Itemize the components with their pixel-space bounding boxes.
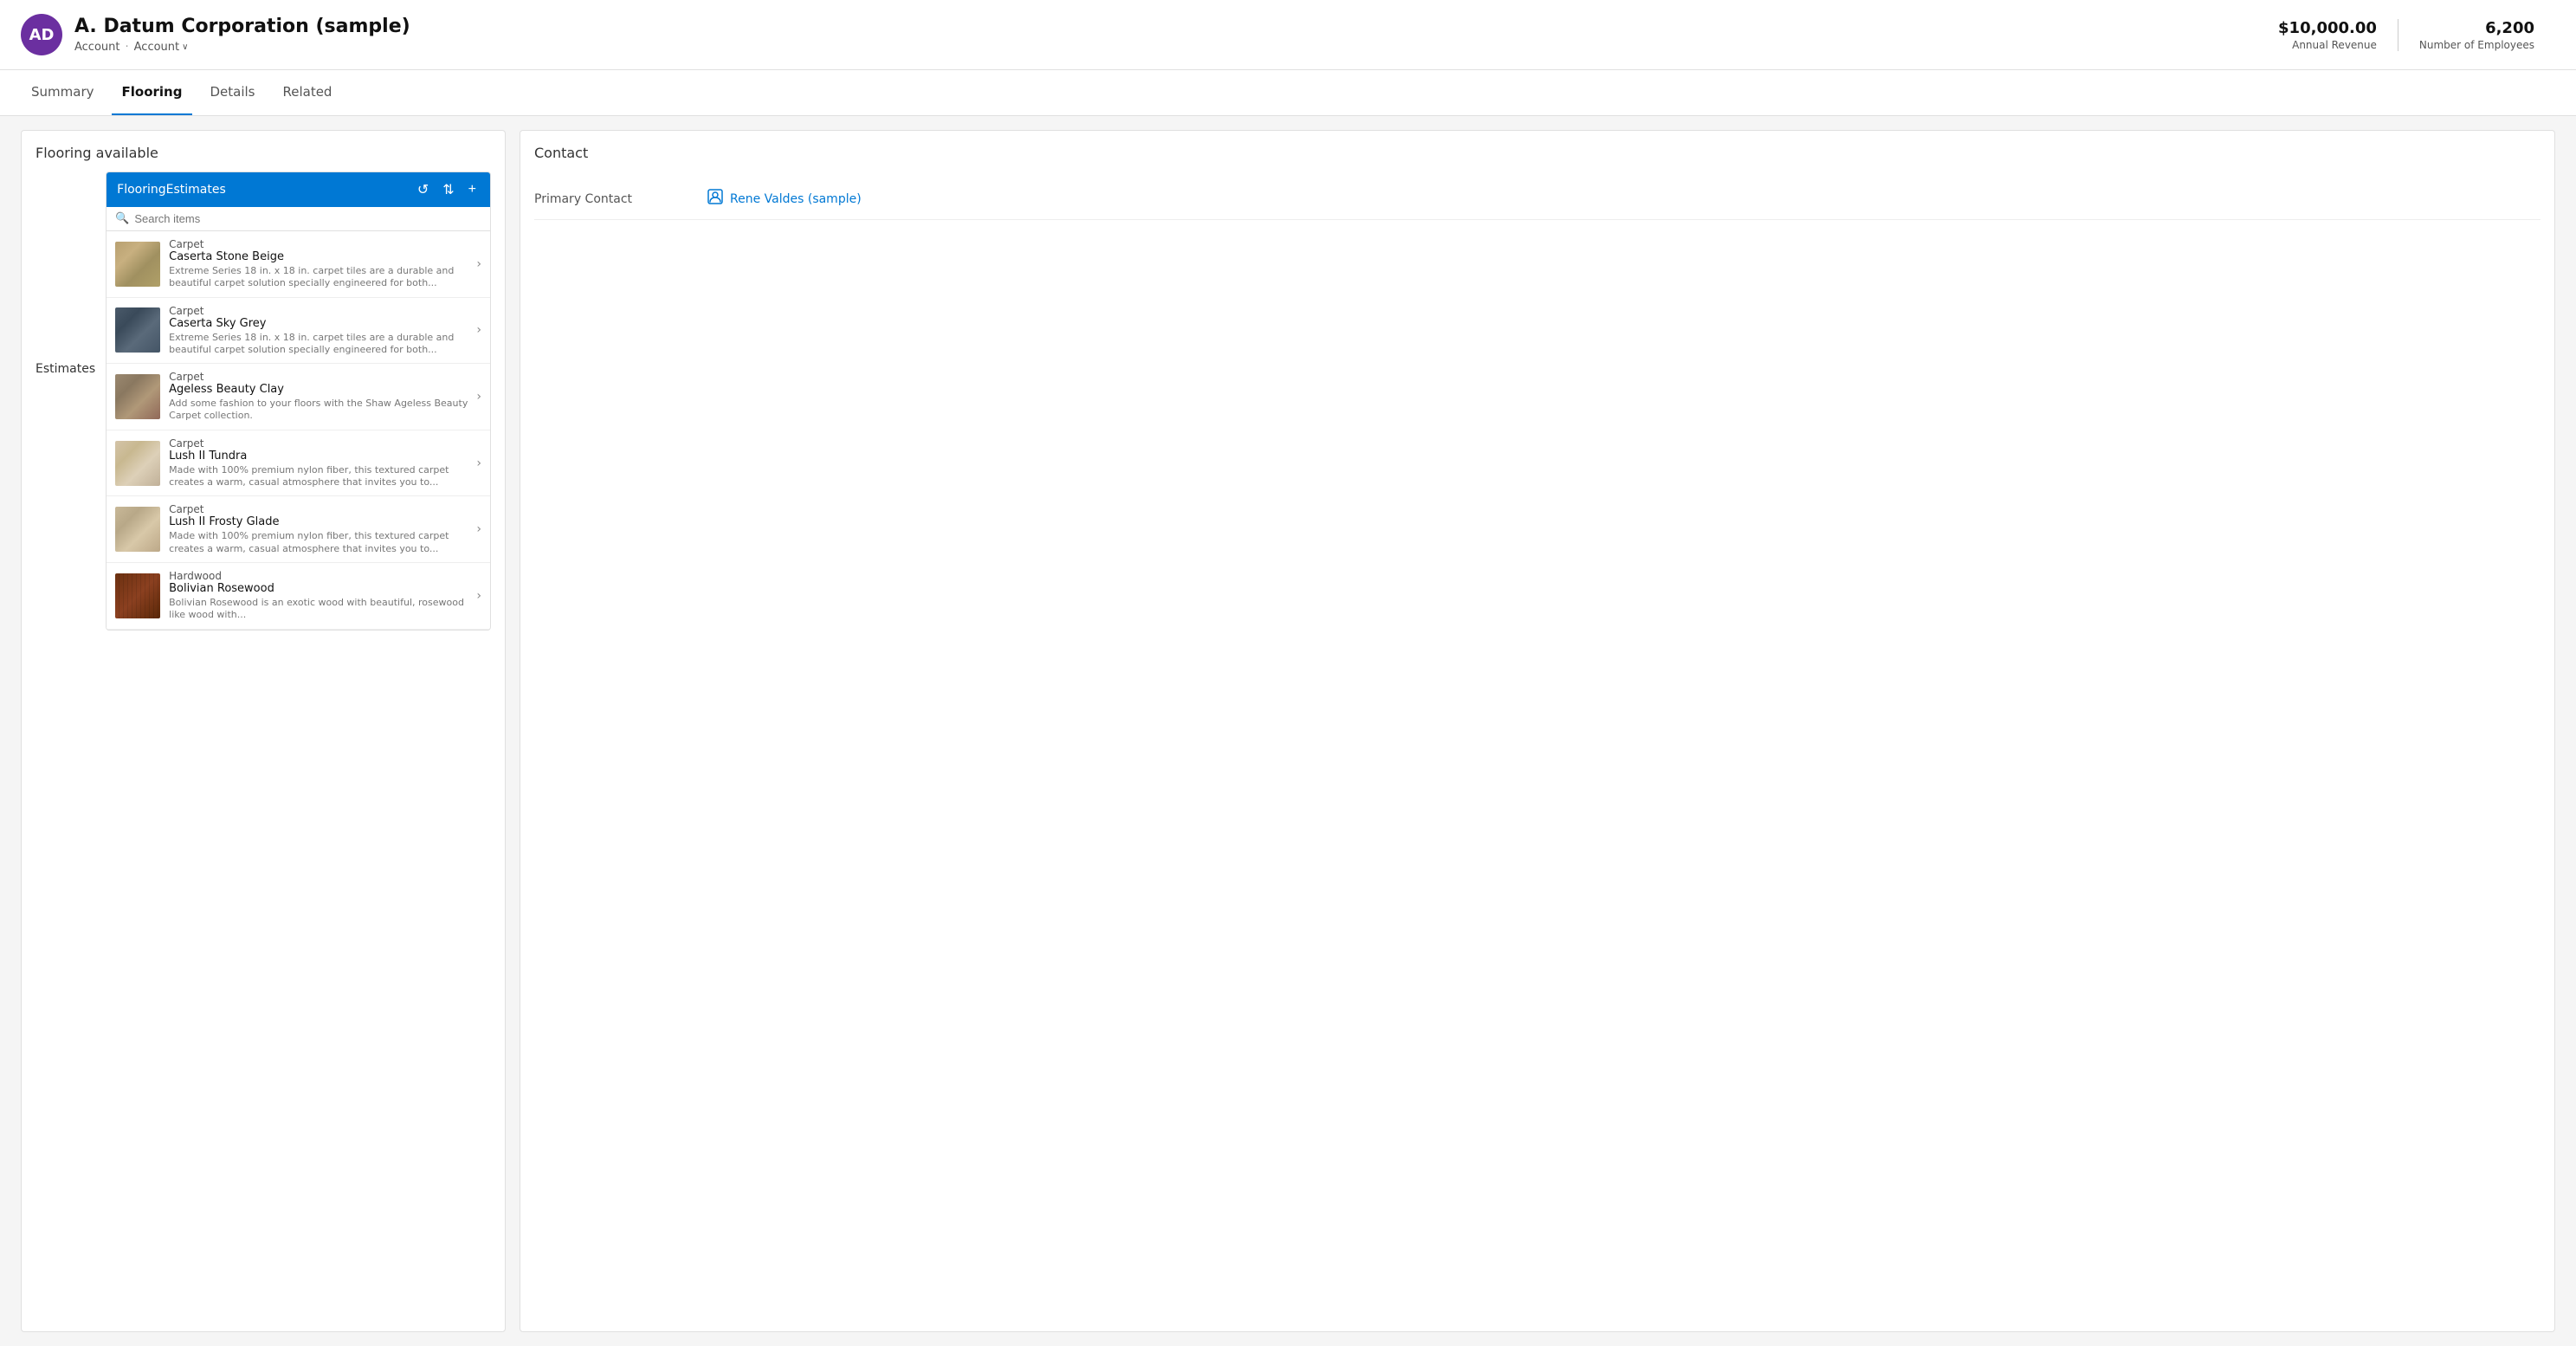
- add-button[interactable]: +: [465, 180, 480, 199]
- annual-revenue-value: $10,000.00: [2278, 19, 2377, 37]
- product-thumbnail: [115, 374, 160, 419]
- page-header: AD A. Datum Corporation (sample) Account…: [0, 0, 2576, 70]
- chevron-right-icon: ›: [476, 456, 481, 470]
- contact-icon: [707, 189, 723, 209]
- product-type: Carpet: [169, 503, 468, 515]
- product-info: Hardwood Bolivian Rosewood Bolivian Rose…: [169, 570, 468, 622]
- estimates-text: Estimates: [36, 362, 95, 376]
- chevron-right-icon: ›: [476, 522, 481, 536]
- tab-related[interactable]: Related: [272, 70, 342, 115]
- product-info: Carpet Caserta Stone Beige Extreme Serie…: [169, 238, 468, 290]
- search-input[interactable]: [134, 212, 481, 225]
- employees-value: 6,200: [2419, 19, 2534, 37]
- product-info: Carpet Lush II Tundra Made with 100% pre…: [169, 437, 468, 489]
- primary-contact-label: Primary Contact: [534, 192, 707, 206]
- tab-summary[interactable]: Summary: [21, 70, 105, 115]
- tab-details[interactable]: Details: [199, 70, 265, 115]
- sort-button[interactable]: ⇅: [439, 179, 457, 200]
- product-thumbnail: [115, 507, 160, 552]
- list-item[interactable]: Carpet Caserta Sky Grey Extreme Series 1…: [107, 298, 490, 365]
- product-name: Caserta Stone Beige: [169, 250, 468, 263]
- product-thumbnail: [115, 307, 160, 353]
- product-info: Carpet Ageless Beauty Clay Add some fash…: [169, 371, 468, 423]
- breadcrumb-account2-label: Account: [134, 41, 180, 54]
- flooring-section: Estimates FlooringEstimates ↺ ⇅ + 🔍: [36, 171, 491, 631]
- breadcrumb-dot: ·: [126, 41, 129, 54]
- header-title-area: A. Datum Corporation (sample) Account · …: [74, 16, 2257, 53]
- product-name: Lush II Tundra: [169, 450, 468, 463]
- product-desc: Bolivian Rosewood is an exotic wood with…: [169, 597, 468, 622]
- chevron-right-icon: ›: [476, 323, 481, 337]
- employees-label: Number of Employees: [2419, 39, 2534, 51]
- chevron-down-icon: ∨: [182, 42, 188, 52]
- tab-flooring[interactable]: Flooring: [112, 70, 193, 115]
- product-type: Carpet: [169, 238, 468, 250]
- product-thumbnail: [115, 573, 160, 618]
- product-type: Hardwood: [169, 570, 468, 582]
- product-desc: Add some fashion to your floors with the…: [169, 398, 468, 423]
- product-name: Ageless Beauty Clay: [169, 383, 468, 396]
- list-item[interactable]: Hardwood Bolivian Rosewood Bolivian Rose…: [107, 563, 490, 630]
- product-type: Carpet: [169, 437, 468, 450]
- breadcrumb-account2-dropdown[interactable]: Account ∨: [134, 41, 189, 54]
- product-type: Carpet: [169, 305, 468, 317]
- primary-contact-link[interactable]: Rene Valdes (sample): [707, 189, 862, 209]
- refresh-button[interactable]: ↺: [414, 179, 432, 200]
- main-content: Flooring available Estimates FlooringEst…: [0, 116, 2576, 1346]
- flooring-available-title: Flooring available: [36, 145, 491, 161]
- company-name: A. Datum Corporation (sample): [74, 16, 2257, 38]
- chevron-right-icon: ›: [476, 390, 481, 404]
- right-panel: Contact Primary Contact Rene Valdes (sam…: [520, 130, 2555, 1332]
- product-name: Caserta Sky Grey: [169, 317, 468, 330]
- employees-metric: 6,200 Number of Employees: [2398, 19, 2555, 51]
- product-list: Carpet Caserta Stone Beige Extreme Serie…: [107, 231, 490, 630]
- annual-revenue-metric: $10,000.00 Annual Revenue: [2257, 19, 2398, 51]
- breadcrumb-account1: Account: [74, 41, 120, 54]
- widget-title: FlooringEstimates: [117, 183, 407, 197]
- product-thumbnail: [115, 242, 160, 287]
- contact-title: Contact: [534, 145, 2540, 161]
- product-desc: Made with 100% premium nylon fiber, this…: [169, 464, 468, 489]
- list-item[interactable]: Carpet Lush II Frosty Glade Made with 10…: [107, 496, 490, 563]
- list-item[interactable]: Carpet Lush II Tundra Made with 100% pre…: [107, 430, 490, 497]
- header-metrics: $10,000.00 Annual Revenue 6,200 Number o…: [2257, 19, 2555, 51]
- product-name: Lush II Frosty Glade: [169, 515, 468, 528]
- contact-row: Primary Contact Rene Valdes (sample): [534, 178, 2540, 220]
- search-bar: 🔍: [107, 207, 490, 231]
- chevron-right-icon: ›: [476, 257, 481, 271]
- product-info: Carpet Caserta Sky Grey Extreme Series 1…: [169, 305, 468, 357]
- annual-revenue-label: Annual Revenue: [2278, 39, 2377, 51]
- list-item[interactable]: Carpet Caserta Stone Beige Extreme Serie…: [107, 231, 490, 298]
- widget-header: FlooringEstimates ↺ ⇅ +: [107, 172, 490, 207]
- product-desc: Extreme Series 18 in. x 18 in. carpet ti…: [169, 265, 468, 290]
- nav-tabs: Summary Flooring Details Related: [0, 70, 2576, 116]
- product-desc: Made with 100% premium nylon fiber, this…: [169, 530, 468, 555]
- flooring-widget: FlooringEstimates ↺ ⇅ + 🔍 Carpet: [106, 171, 491, 631]
- product-info: Carpet Lush II Frosty Glade Made with 10…: [169, 503, 468, 555]
- product-type: Carpet: [169, 371, 468, 383]
- search-icon: 🔍: [115, 212, 129, 225]
- left-panel: Flooring available Estimates FlooringEst…: [21, 130, 506, 1332]
- breadcrumb: Account · Account ∨: [74, 41, 2257, 54]
- product-desc: Extreme Series 18 in. x 18 in. carpet ti…: [169, 332, 468, 357]
- product-name: Bolivian Rosewood: [169, 582, 468, 595]
- primary-contact-name: Rene Valdes (sample): [730, 192, 862, 206]
- company-avatar: AD: [21, 14, 62, 55]
- list-item[interactable]: Carpet Ageless Beauty Clay Add some fash…: [107, 364, 490, 430]
- product-thumbnail: [115, 441, 160, 486]
- chevron-right-icon: ›: [476, 589, 481, 603]
- estimates-label: Estimates: [36, 171, 95, 631]
